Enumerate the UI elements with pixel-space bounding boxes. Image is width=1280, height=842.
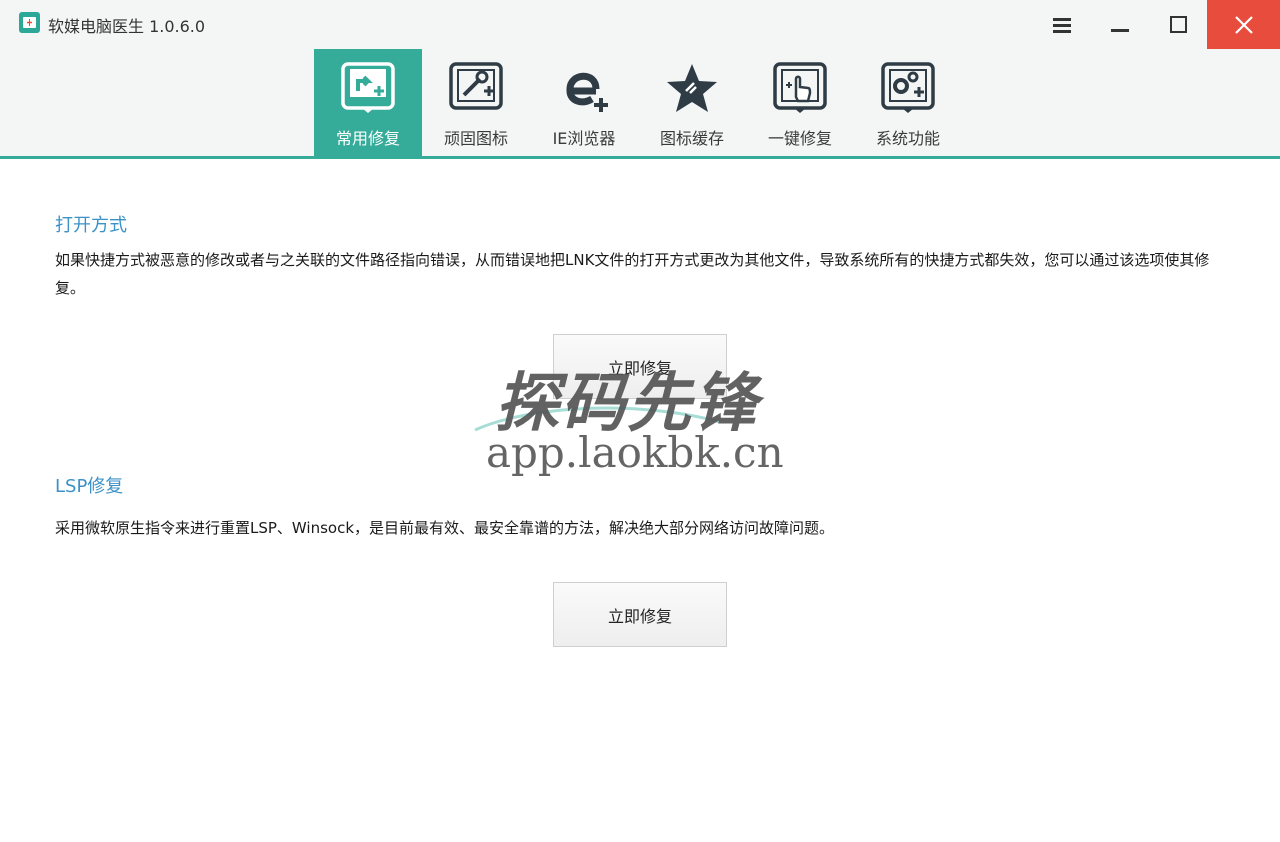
close-button[interactable] <box>1207 0 1280 49</box>
lsp-repair-description: 采用微软原生指令来进行重置LSP、Winsock，是目前最有效、最安全靠谱的方法… <box>55 519 835 537</box>
title-bar: 软媒电脑医生 1.0.6.0 <box>0 0 1280 49</box>
window-title: 软媒电脑医生 1.0.6.0 <box>48 17 206 36</box>
hand-pointer-icon <box>773 62 827 113</box>
tab-label: IE浏览器 <box>552 129 616 148</box>
fix-open-method-button[interactable]: 立即修复 <box>553 334 727 399</box>
menu-button[interactable] <box>1033 0 1091 49</box>
tab-ie-browser[interactable]: IE浏览器 <box>530 49 638 156</box>
shortcut-repair-icon <box>341 62 395 113</box>
ie-browser-icon <box>566 72 608 112</box>
tab-one-click-repair[interactable]: 一键修复 <box>746 49 854 156</box>
app-logo-icon <box>19 12 40 33</box>
watermark-swoosh-icon <box>474 406 721 432</box>
wrench-tool-icon <box>449 62 503 110</box>
tab-label: 一键修复 <box>767 129 832 148</box>
hamburger-menu-icon <box>1053 17 1071 33</box>
minimize-icon <box>1111 29 1129 32</box>
close-icon <box>1234 15 1253 34</box>
tab-label: 顽固图标 <box>443 129 508 148</box>
tab-label: 系统功能 <box>875 129 940 148</box>
minimize-button[interactable] <box>1091 0 1149 49</box>
maximize-button[interactable] <box>1149 0 1207 49</box>
lsp-repair-title: LSP修复 <box>55 476 124 497</box>
star-icon <box>667 64 717 112</box>
open-method-description: 如果快捷方式被恶意的修改或者与之关联的文件路径指向错误，从而错误地把LNK文件的… <box>55 251 1210 297</box>
watermark-url: app.laokbk.cn <box>486 428 784 477</box>
tab-icon-cache[interactable]: 图标缓存 <box>638 49 746 156</box>
open-method-title: 打开方式 <box>55 215 127 236</box>
tab-common-repair[interactable]: 常用修复 <box>314 49 422 156</box>
tab-label: 常用修复 <box>335 129 400 148</box>
tab-label: 图标缓存 <box>659 129 724 148</box>
tab-system-functions[interactable]: 系统功能 <box>854 49 962 156</box>
fix-lsp-button[interactable]: 立即修复 <box>553 582 727 647</box>
maximize-icon <box>1169 16 1187 33</box>
tab-stubborn-icons[interactable]: 顽固图标 <box>422 49 530 156</box>
gears-icon <box>881 62 935 113</box>
main-toolbar: 常用修复 顽固图标 IE浏览器 图标缓存 一键修复 系统功能 <box>0 49 1280 159</box>
